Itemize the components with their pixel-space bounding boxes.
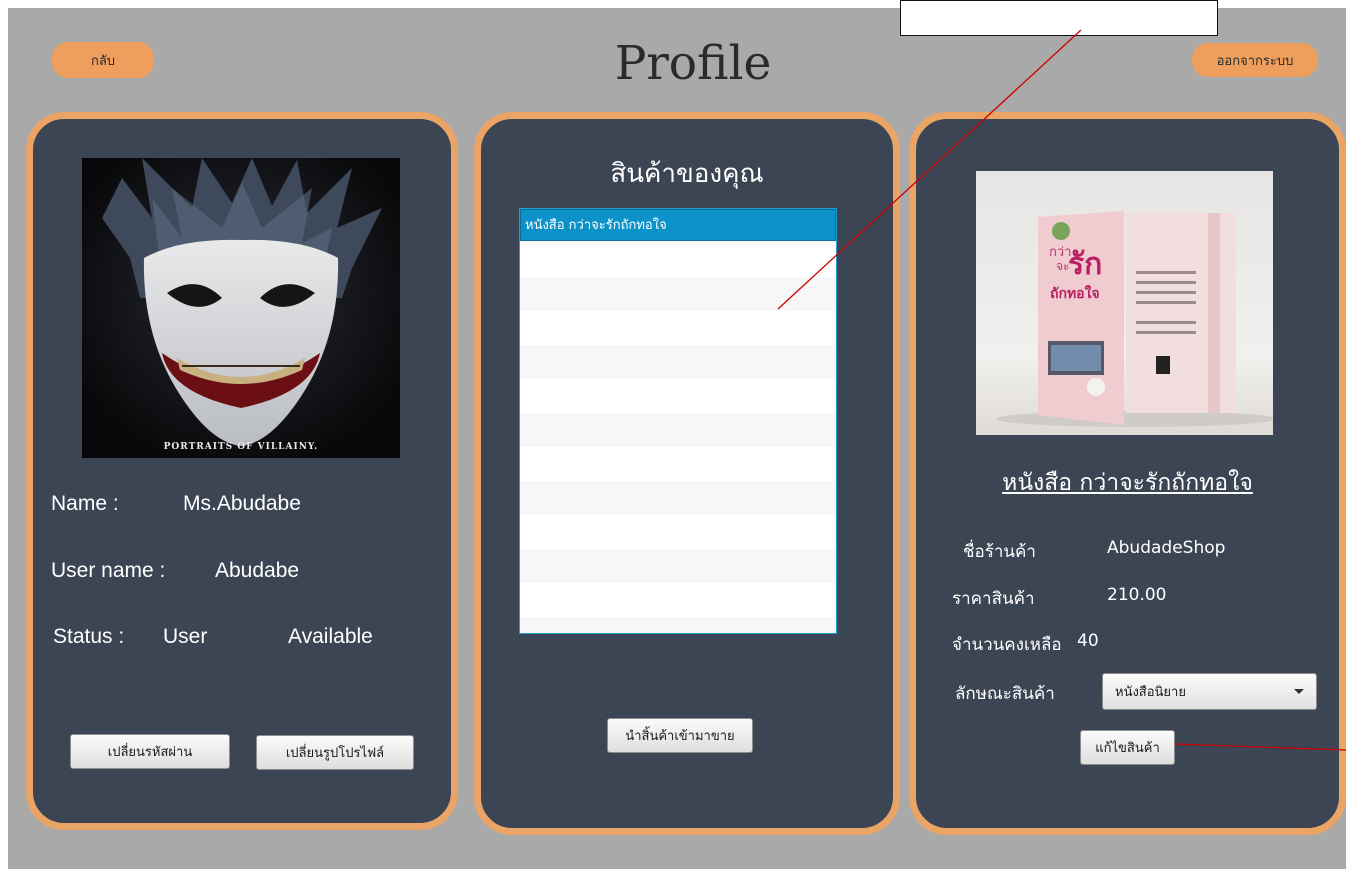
product-detail-panel: กว่า จะ รัก ถักทอใจ หนังสือ กว่าจะรักถัก… xyxy=(909,112,1346,835)
status-label: Status : xyxy=(53,625,125,648)
product-image: กว่า จะ รัก ถักทอใจ xyxy=(976,171,1273,435)
product-list[interactable]: หนังสือ กว่าจะรักถักทอใจ xyxy=(519,208,837,634)
category-select[interactable]: หนังสือนิยาย xyxy=(1102,673,1317,710)
products-panel: สินค้าของคุณ หนังสือ กว่าจะรักถักทอใจ นำ… xyxy=(474,112,900,835)
stock-value: 40 xyxy=(1077,631,1099,651)
shop-name-value: AbudadeShop xyxy=(1107,538,1226,558)
name-value: Ms.Abudabe xyxy=(183,492,301,515)
price-label: ราคาสินค้า xyxy=(952,589,1035,609)
product-title: หนังสือ กว่าจะรักถักทอใจ xyxy=(1002,470,1253,496)
app-window: กลับ Profile ออกจากระบบ PORTRAITS OF VIL… xyxy=(8,0,1346,869)
products-heading: สินค้าของคุณ xyxy=(610,159,764,189)
page-title: Profile xyxy=(614,36,772,91)
add-product-button[interactable]: นำสิ้นค้าเข้ามาขาย xyxy=(607,718,753,753)
profile-panel: PORTRAITS OF VILLAINY. Name : Ms.Abudabe… xyxy=(26,112,458,830)
avatar-caption: PORTRAITS OF VILLAINY. xyxy=(163,442,319,452)
product-list-item[interactable]: หนังสือ กว่าจะรักถักทอใจ xyxy=(520,209,836,241)
change-profile-photo-button[interactable]: เปลี่ยนรูปโปรไฟล์ xyxy=(256,735,414,770)
change-password-button[interactable]: เปลี่ยนรหัสผ่าน xyxy=(70,734,230,769)
back-button[interactable]: กลับ xyxy=(52,42,154,78)
annotation-box xyxy=(900,0,1218,36)
category-label: ลักษณะสินค้า xyxy=(955,684,1055,704)
status-role: User xyxy=(163,625,208,648)
cover-word-3: รัก xyxy=(1068,247,1103,282)
edit-product-button[interactable]: แก้ไขสินค้า xyxy=(1080,730,1175,765)
shop-name-label: ชื่อร้านค้า xyxy=(963,542,1036,562)
joker-portrait-image xyxy=(82,158,400,458)
username-label: User name : xyxy=(51,559,166,582)
chevron-down-icon xyxy=(1294,689,1304,694)
avatar: PORTRAITS OF VILLAINY. xyxy=(82,158,400,458)
name-label: Name : xyxy=(51,492,119,515)
status-value: Available xyxy=(288,625,373,648)
book-cover-image xyxy=(996,211,1273,427)
stock-label: จำนวนคงเหลือ xyxy=(952,635,1062,655)
cover-word-4: ถักทอใจ xyxy=(1050,286,1100,302)
category-select-value: หนังสือนิยาย xyxy=(1115,685,1186,700)
logout-button[interactable]: ออกจากระบบ xyxy=(1192,43,1318,77)
username-value: Abudabe xyxy=(215,559,300,582)
price-value: 210.00 xyxy=(1107,585,1167,605)
